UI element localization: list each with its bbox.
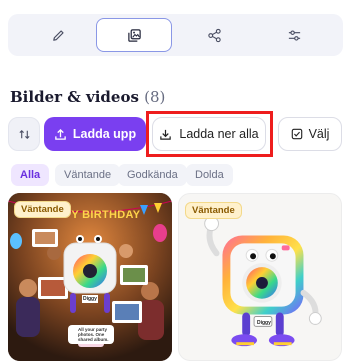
sort-button[interactable] — [8, 117, 40, 151]
pencil-icon — [52, 29, 64, 41]
upload-icon — [55, 128, 66, 140]
settings-tool-button[interactable] — [256, 18, 332, 52]
share-icon — [207, 28, 221, 42]
edit-tool-button[interactable] — [20, 18, 96, 52]
mascot-tag: Diggy — [257, 320, 271, 326]
upload-button[interactable]: Ladda upp — [44, 117, 146, 151]
highlight-box — [146, 111, 273, 157]
mascot-tag: Diggy — [83, 296, 97, 302]
section-title-text: Bilder & videos — [10, 88, 139, 106]
upload-label: Ladda upp — [72, 127, 137, 141]
media-card[interactable]: Väntande — [178, 193, 342, 361]
images-icon — [127, 28, 141, 42]
select-label: Välj — [308, 127, 330, 141]
media-card[interactable]: Väntande — [8, 193, 172, 361]
checkbox-icon — [291, 128, 302, 140]
image-caption: All your party photos. One shared album. — [68, 325, 114, 344]
sliders-icon — [288, 29, 300, 41]
filter-chip-all[interactable]: Alla — [11, 164, 50, 186]
filter-chip-hidden[interactable]: Dolda — [186, 164, 233, 186]
filter-chip-pending[interactable]: Väntande — [55, 164, 121, 186]
status-badge: Väntande — [185, 202, 242, 219]
media-tool-button[interactable] — [96, 18, 172, 52]
share-tool-button[interactable] — [176, 18, 252, 52]
filter-chip-approved[interactable]: Godkända — [118, 164, 187, 186]
section-title: Bilder & videos (8) — [10, 88, 165, 106]
status-badge: Väntande — [14, 201, 71, 218]
media-count: (8) — [144, 88, 166, 106]
sort-arrows-icon — [18, 129, 30, 139]
select-button[interactable]: Välj — [278, 117, 342, 151]
top-toolbar — [8, 14, 343, 56]
